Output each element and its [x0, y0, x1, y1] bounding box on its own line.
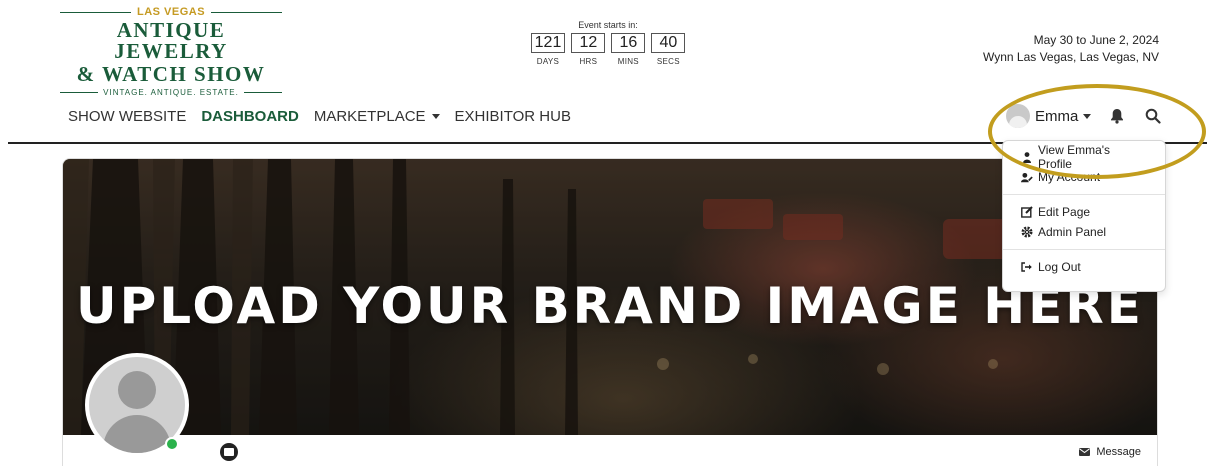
logo-rule	[243, 92, 282, 93]
menu-divider	[1003, 249, 1165, 250]
logo-top-text: LAS VEGAS	[136, 6, 206, 18]
cog-icon	[1021, 226, 1033, 238]
nav-label: EXHIBITOR HUB	[454, 108, 571, 125]
user-edit-icon	[1021, 172, 1033, 183]
countdown-label: Event starts in:	[578, 20, 638, 30]
logo-line-2: & WATCH SHOW	[76, 62, 266, 86]
user-menu-toggle[interactable]: Emma	[1006, 104, 1092, 128]
event-countdown: Event starts in: 121 DAYS 12 HRS 16 MINS…	[520, 20, 696, 66]
logo-rule	[60, 92, 99, 93]
logo-rule	[211, 11, 283, 13]
profile-card: UPLOAD YOUR BRAND IMAGE HERE Message	[62, 158, 1158, 466]
event-dates: May 30 to June 2, 2024	[1033, 33, 1159, 47]
nav-marketplace[interactable]: MARKETPLACE	[314, 108, 440, 125]
edit-icon	[1021, 206, 1033, 218]
countdown-value: 40	[651, 33, 686, 53]
nav-dashboard[interactable]: DASHBOARD	[201, 108, 299, 125]
message-button[interactable]: Message	[1079, 446, 1141, 458]
nav-label: MARKETPLACE	[313, 108, 426, 125]
countdown-value: 121	[530, 33, 566, 53]
menu-admin-panel[interactable]: Admin Panel	[1003, 222, 1165, 242]
avatar-shoulders	[103, 415, 171, 453]
countdown-caption: DAYS	[536, 57, 560, 66]
menu-edit-page[interactable]: Edit Page	[1003, 202, 1165, 222]
main-nav: SHOW WEBSITE DASHBOARD MARKETPLACE EXHIB…	[68, 108, 571, 125]
nav-label: SHOW WEBSITE	[68, 108, 187, 125]
menu-label: Log Out	[1038, 260, 1081, 274]
message-label: Message	[1096, 446, 1141, 458]
chevron-down-icon	[431, 114, 440, 119]
menu-log-out[interactable]: Log Out	[1003, 257, 1165, 277]
logo-tagline: VINTAGE. ANTIQUE. ESTATE.	[103, 88, 239, 97]
logout-icon	[1021, 262, 1033, 272]
countdown-days: 121 DAYS	[530, 33, 566, 66]
envelope-icon	[1079, 448, 1091, 456]
countdown-caption: HRS	[579, 57, 598, 66]
nav-show-website[interactable]: SHOW WEBSITE	[68, 108, 186, 125]
event-venue: Wynn Las Vegas, Las Vegas, NV	[983, 50, 1159, 64]
banner-placeholder-text: UPLOAD YOUR BRAND IMAGE HERE	[76, 277, 1144, 335]
countdown-hours: 12 HRS	[571, 33, 606, 66]
nav-exhibitor-hub[interactable]: EXHIBITOR HUB	[455, 108, 571, 125]
user-name: Emma	[1035, 107, 1079, 125]
site-logo[interactable]: LAS VEGAS ANTIQUE JEWELRY & WATCH SHOW V…	[60, 6, 283, 97]
online-status-indicator	[165, 437, 179, 451]
brand-image-banner[interactable]: UPLOAD YOUR BRAND IMAGE HERE	[63, 159, 1157, 435]
user-icon	[1021, 151, 1033, 163]
countdown-caption: MINS	[617, 57, 639, 66]
user-controls: Emma	[1006, 104, 1163, 128]
countdown-value: 16	[611, 33, 646, 53]
event-info: May 30 to June 2, 2024 Wynn Las Vegas, L…	[983, 32, 1159, 66]
menu-label: Edit Page	[1038, 205, 1091, 219]
menu-label: My Account	[1038, 170, 1101, 184]
countdown-caption: SECS	[656, 57, 680, 66]
menu-divider	[1003, 194, 1165, 195]
menu-view-profile[interactable]: View Emma's Profile	[1003, 143, 1165, 171]
avatar	[1006, 104, 1030, 128]
user-dropdown-menu: View Emma's Profile My Account Edit Page…	[1002, 140, 1166, 292]
search-icon[interactable]	[1143, 106, 1163, 126]
id-card-icon[interactable]	[220, 443, 238, 461]
logo-line-1: ANTIQUE JEWELRY	[114, 18, 228, 63]
menu-label: Admin Panel	[1038, 225, 1107, 239]
countdown-value: 12	[571, 33, 606, 53]
chevron-down-icon	[1083, 113, 1092, 119]
logo-rule	[60, 11, 131, 13]
menu-label: View Emma's Profile	[1037, 143, 1111, 171]
nav-label: DASHBOARD	[201, 108, 299, 125]
avatar-head	[118, 371, 156, 409]
bell-icon[interactable]	[1107, 106, 1127, 126]
countdown-seconds: 40 SECS	[651, 33, 686, 66]
countdown-minutes: 16 MINS	[611, 33, 646, 66]
